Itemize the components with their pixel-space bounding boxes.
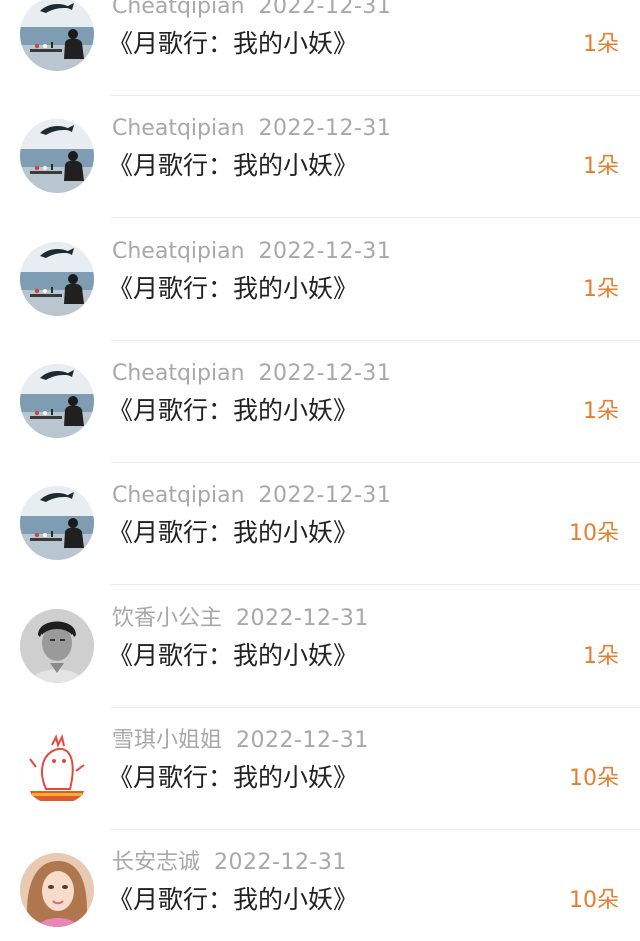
list-item[interactable]: 饮香小公主 2022-12-31 《月歌行：我的小妖》 1朵	[0, 586, 640, 708]
list-item[interactable]: Cheatqipian 2022-12-31 《月歌行：我的小妖》 1朵	[0, 96, 640, 219]
avatar[interactable]	[20, 608, 94, 683]
record-meta: Cheatqipian 2022-12-31	[112, 359, 391, 389]
record-meta: 饮香小公主 2022-12-31	[112, 604, 369, 634]
gift-amount: 1朵	[583, 154, 619, 180]
list-item[interactable]: Cheatqipian 2022-12-31 《月歌行：我的小妖》 1朵	[0, 0, 640, 96]
list-item[interactable]: 长安志诚 2022-12-31 《月歌行：我的小妖》 10朵	[0, 830, 640, 941]
list-item[interactable]: Cheatqipian 2022-12-31 《月歌行：我的小妖》 1朵	[0, 341, 640, 463]
avatar[interactable]	[20, 730, 94, 805]
book-title: 《月歌行：我的小妖》	[108, 885, 359, 915]
username[interactable]: Cheatqipian	[112, 361, 245, 386]
avatar[interactable]	[20, 0, 94, 71]
avatar[interactable]	[20, 853, 94, 928]
record-meta: Cheatqipian 2022-12-31	[112, 481, 391, 511]
record-meta: Cheatqipian 2022-12-31	[112, 237, 391, 267]
date-label: 2022-12-31	[236, 727, 369, 753]
record-meta: 雪琪小姐姐 2022-12-31	[112, 726, 369, 756]
username[interactable]: Cheatqipian	[112, 239, 245, 264]
gift-amount: 1朵	[583, 643, 619, 669]
avatar[interactable]	[20, 119, 94, 194]
gift-record-list: Cheatqipian 2022-12-31 《月歌行：我的小妖》 1朵 Cheatqi…	[0, 0, 640, 941]
gift-amount: 10朵	[569, 888, 619, 914]
avatar[interactable]	[20, 486, 94, 561]
gift-amount: 10朵	[569, 765, 619, 791]
username[interactable]: Cheatqipian	[112, 0, 245, 19]
book-title: 《月歌行：我的小妖》	[108, 762, 359, 792]
gift-amount: 1朵	[583, 276, 619, 302]
avatar[interactable]	[20, 363, 94, 438]
date-label: 2022-12-31	[236, 605, 369, 631]
book-title: 《月歌行：我的小妖》	[108, 640, 359, 670]
date-label: 2022-12-31	[258, 0, 392, 19]
record-meta: Cheatqipian 2022-12-31	[112, 0, 391, 22]
list-item[interactable]: 雪琪小姐姐 2022-12-31 《月歌行：我的小妖》 10朵	[0, 708, 640, 830]
date-label: 2022-12-31	[258, 483, 392, 509]
gift-amount: 10朵	[569, 521, 619, 547]
username[interactable]: Cheatqipian	[112, 483, 245, 508]
date-label: 2022-12-31	[258, 238, 392, 264]
book-title: 《月歌行：我的小妖》	[108, 273, 359, 303]
date-label: 2022-12-31	[258, 116, 392, 142]
avatar[interactable]	[20, 241, 94, 316]
username[interactable]: 饮香小公主	[112, 606, 222, 631]
record-meta: 长安志诚 2022-12-31	[112, 848, 347, 878]
username[interactable]: 长安志诚	[112, 850, 200, 875]
book-title: 《月歌行：我的小妖》	[108, 151, 359, 181]
record-meta: Cheatqipian 2022-12-31	[112, 114, 391, 144]
book-title: 《月歌行：我的小妖》	[108, 395, 359, 425]
book-title: 《月歌行：我的小妖》	[108, 518, 359, 548]
gift-amount: 1朵	[583, 398, 619, 424]
date-label: 2022-12-31	[258, 360, 392, 386]
username[interactable]: 雪琪小姐姐	[112, 728, 222, 753]
list-item[interactable]: Cheatqipian 2022-12-31 《月歌行：我的小妖》 10朵	[0, 463, 640, 586]
gift-amount: 1朵	[583, 32, 619, 57]
date-label: 2022-12-31	[214, 850, 347, 876]
book-title: 《月歌行：我的小妖》	[108, 29, 359, 58]
list-item[interactable]: Cheatqipian 2022-12-31 《月歌行：我的小妖》 1朵	[0, 219, 640, 341]
username[interactable]: Cheatqipian	[112, 116, 245, 141]
